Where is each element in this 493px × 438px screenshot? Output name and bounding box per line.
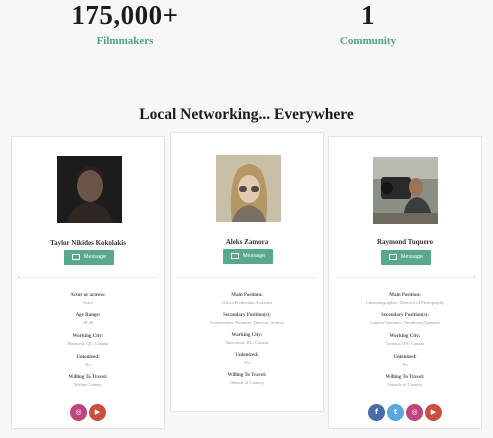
field-label: Willing To Travel: [227,373,267,378]
field-label: Secondary Position(s): [381,313,429,318]
field-label: Age Range: [75,313,101,318]
field-label: Main Position: [389,293,421,298]
profile-photo[interactable] [57,156,122,223]
stat-number: 1 [361,0,375,30]
field-value: Outside of Country [229,380,265,385]
field-value: Montreal, QC, Canada [67,341,109,346]
field-label: Willing To Travel: [385,375,425,380]
profile-name: Raymond Tuquero [376,238,434,246]
profile-field: Unionized: No [12,354,164,368]
field-value: Within Country [73,382,103,387]
field-value: No [402,362,408,367]
field-value: Actor [82,300,94,305]
profile-field: Main Position: Cinematographer | Directo… [329,292,481,306]
profile-field: Working City: Toronto, ON, Canada [329,333,481,347]
stat-label: Community [339,35,397,47]
profile-field: Unionized: No [171,352,323,366]
field-label: Unionized: [393,355,417,360]
field-value: 18-26 [82,320,94,325]
social-links: f t ◎ ▶ [329,401,481,421]
divider [18,277,158,278]
message-label: Message [242,253,266,259]
profile-field: Unionized: No [329,354,481,368]
twitter-icon[interactable]: t [387,404,404,421]
message-button[interactable]: Message [223,249,273,264]
profile-card[interactable]: Raymond Tuquero Message › Main Position:… [328,136,482,429]
chevron-left-icon[interactable]: ‹ [17,273,20,281]
stat-filmmakers: 175,000+ Filmmakers [55,0,195,47]
profile-photo[interactable] [216,155,281,222]
stat-community: 1 Community [298,0,438,47]
envelope-icon [71,253,80,260]
field-value: No [244,360,250,365]
field-value: Screenwriter, Producer, Director, Actres… [210,320,284,325]
envelope-icon [388,253,397,260]
field-label: Willing To Travel: [68,375,108,380]
field-label: Actor or actress: [70,293,106,298]
profile-field: Working City: Montreal, QC, Canada [12,333,164,347]
stat-number: 175,000+ [71,0,179,30]
profile-card[interactable]: Aleks Zamora Message Main Position: Offi… [170,132,324,412]
chevron-right-icon[interactable]: › [473,273,476,281]
field-value: Outside of Country [387,382,423,387]
profile-field: Secondary Position(s): Camera Operator |… [329,312,481,326]
youtube-icon[interactable]: ▶ [89,404,106,421]
social-links: ◎ ▶ [12,401,164,421]
field-value: No [85,362,91,367]
field-value: Cinematographer | Director of Photograph… [365,300,445,305]
section-heading: Local Networking... Everywhere [139,106,354,123]
divider [177,277,317,278]
youtube-icon[interactable]: ▶ [425,404,442,421]
message-button[interactable]: Message [64,250,114,265]
profile-field: Actor or actress: Actor [12,292,164,306]
field-label: Working City: [231,333,263,338]
profile-field: Working City: Vancouver, BC, Canada [171,332,323,346]
profile-field: Willing To Travel: Within Country [12,374,164,388]
profile-field: Age Range: 18-26 [12,312,164,326]
message-label: Message [83,254,107,260]
field-label: Working City: [72,334,104,339]
field-value: Office Production Assistant [222,300,272,305]
field-label: Unionized: [235,353,259,358]
profile-field: Willing To Travel: Outside of Country [171,372,323,386]
field-value: Vancouver, BC, Canada [225,340,269,345]
field-value: Camera Operator | Steadicam Operator [369,320,441,325]
instagram-icon[interactable]: ◎ [406,404,423,421]
divider [335,277,475,278]
field-label: Unionized: [76,355,100,360]
field-value: Toronto, ON, Canada [385,341,425,346]
message-label: Message [400,254,424,260]
stat-label: Filmmakers [96,35,154,47]
profile-name: Taylor Nikides Kokolakis [50,239,126,247]
profile-name: Aleks Zamora [225,238,269,246]
field-label: Main Position: [231,293,263,298]
instagram-icon[interactable]: ◎ [70,404,87,421]
envelope-icon [230,252,239,259]
profile-field: Main Position: Office Production Assista… [171,292,323,306]
message-button[interactable]: Message [381,250,431,265]
facebook-icon[interactable]: f [368,404,385,421]
field-label: Working City: [389,334,421,339]
field-label: Secondary Position(s): [223,313,271,318]
profile-card[interactable]: Taylor Nikides Kokolakis Message ‹ Actor… [11,136,165,429]
profile-field: Secondary Position(s): Screenwriter, Pro… [171,312,323,326]
stats-section: 175,000+ Filmmakers 1 Community [0,0,493,60]
profile-field: Willing To Travel: Outside of Country [329,374,481,388]
profile-photo[interactable] [373,157,438,224]
